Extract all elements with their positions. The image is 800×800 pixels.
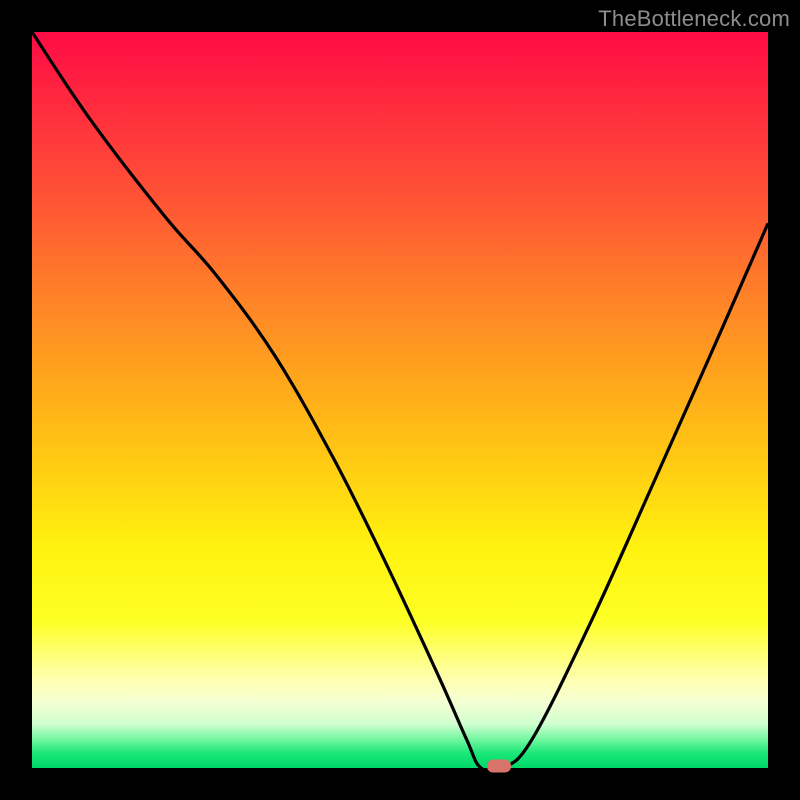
- plot-area: [32, 32, 768, 768]
- minimum-marker: [487, 760, 511, 773]
- curve-svg: [32, 32, 768, 768]
- bottleneck-curve-path: [32, 32, 768, 768]
- watermark-text: TheBottleneck.com: [598, 6, 790, 32]
- chart-frame: TheBottleneck.com: [0, 0, 800, 800]
